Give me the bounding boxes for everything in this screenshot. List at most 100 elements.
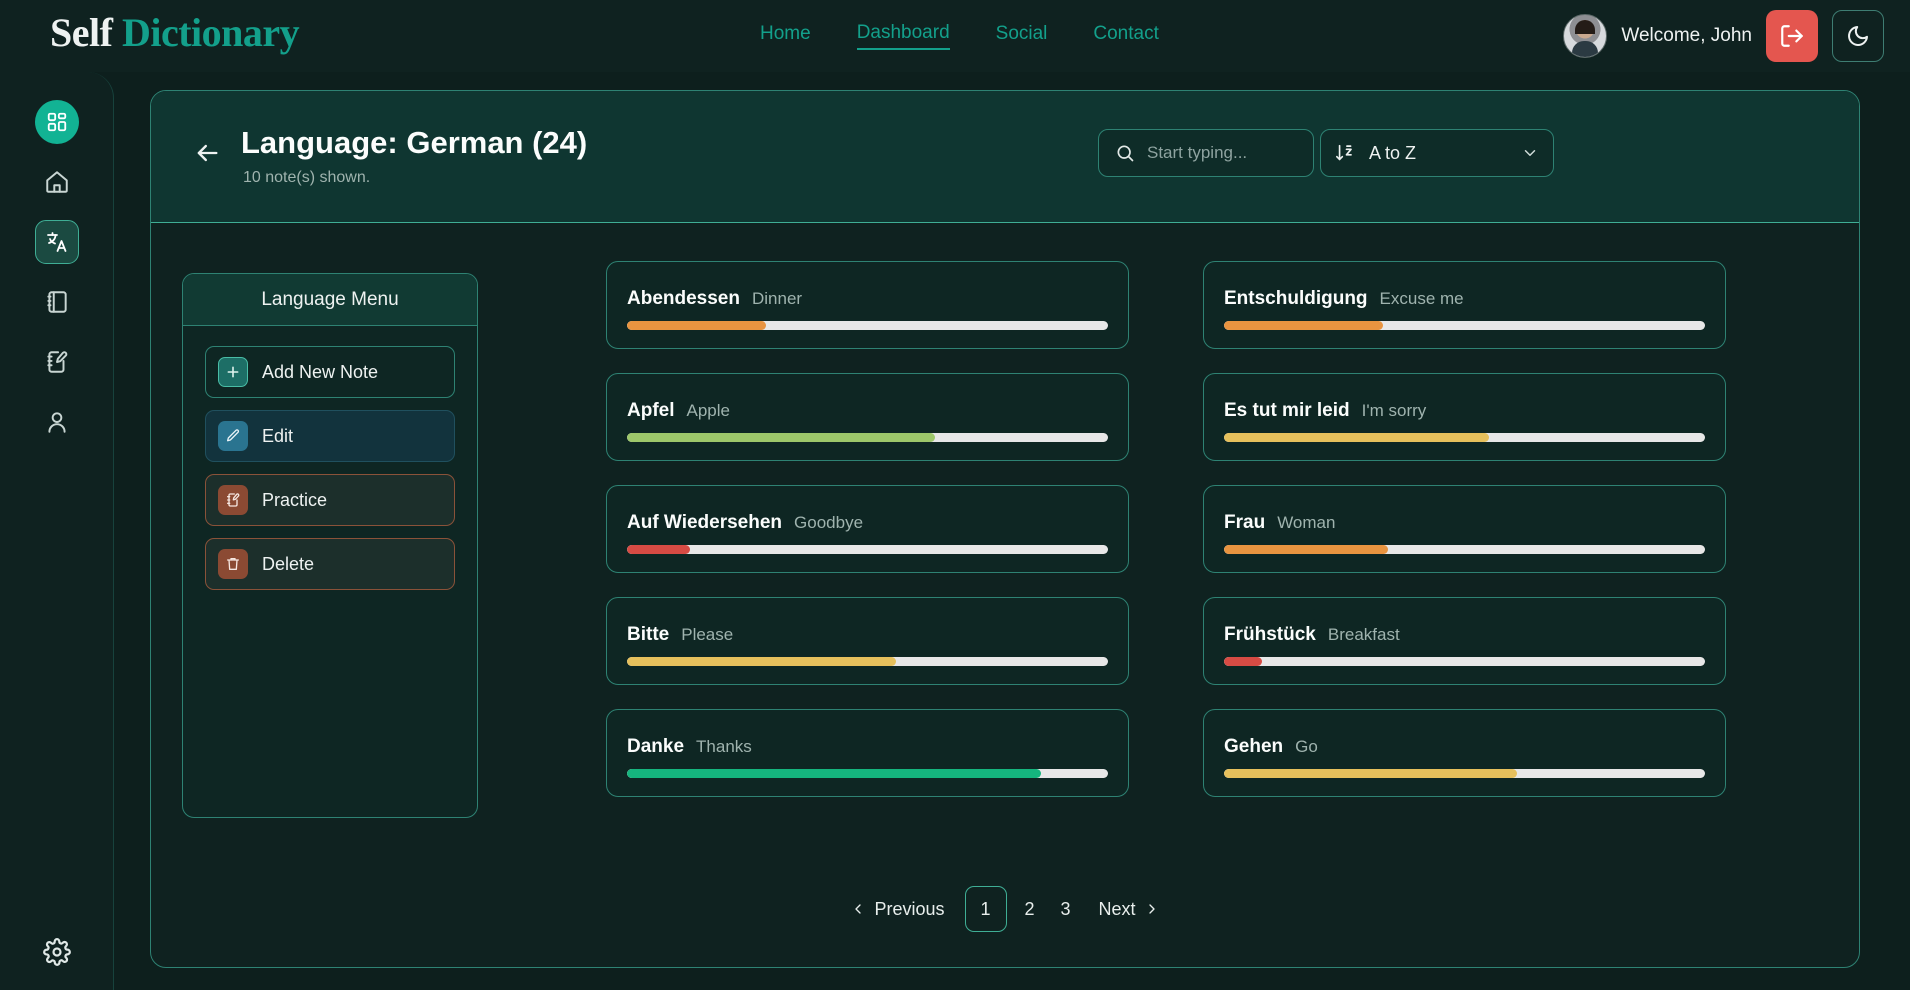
note-progress-bar [1224, 321, 1705, 330]
practice-label: Practice [262, 490, 327, 511]
note-progress-bar [1224, 769, 1705, 778]
rail-item-notebook[interactable] [0, 272, 114, 332]
note-term: Gehen [1224, 736, 1283, 758]
note-translation: Dinner [752, 289, 802, 309]
language-menu: Language Menu Add New Note [182, 273, 478, 818]
plus-icon [218, 357, 248, 387]
note-progress-bar [627, 545, 1108, 554]
note-term: Bitte [627, 624, 669, 646]
note-card[interactable]: Danke Thanks [606, 709, 1129, 797]
moon-icon [1846, 24, 1870, 48]
nav-item-home[interactable]: Home [760, 23, 811, 49]
nav-item-dashboard[interactable]: Dashboard [857, 22, 950, 50]
note-progress-bar [627, 657, 1108, 666]
pagination-previous[interactable]: Previous [840, 891, 954, 928]
panel-body: Language Menu Add New Note [151, 223, 1859, 968]
logo-word-2: Dictionary [122, 10, 299, 55]
settings-gear-icon [43, 938, 71, 966]
note-term: Apfel [627, 400, 675, 422]
nav-item-social[interactable]: Social [996, 23, 1048, 49]
note-term: Danke [627, 736, 684, 758]
note-progress-bar [627, 321, 1108, 330]
note-translation: Please [681, 625, 733, 645]
rail-item-settings[interactable] [0, 938, 114, 966]
trash-icon [218, 549, 248, 579]
note-translation: Goodbye [794, 513, 863, 533]
pagination-next[interactable]: Next [1089, 891, 1170, 928]
note-card[interactable]: Frau Woman [1203, 485, 1726, 573]
pagination: Previous 1 2 3 Next [151, 886, 1859, 932]
note-card[interactable]: EntschuldigungExcuse me [1203, 261, 1726, 349]
note-translation: Woman [1277, 513, 1335, 533]
chevron-left-icon [850, 901, 866, 917]
arrow-left-icon [193, 139, 221, 167]
pencil-icon [218, 421, 248, 451]
dashboard-grid-icon [35, 100, 79, 144]
avatar[interactable] [1563, 14, 1607, 58]
notes-grid: Abendessen Dinner EntschuldigungExcuse me A… [606, 261, 1786, 797]
note-card[interactable]: Auf Wiedersehen Goodbye [606, 485, 1129, 573]
rail-item-notes[interactable] [0, 332, 114, 392]
search-box[interactable] [1098, 129, 1314, 177]
note-card[interactable]: Abendessen Dinner [606, 261, 1129, 349]
rail-item-languages[interactable] [0, 212, 114, 272]
notebook-pen-icon [218, 485, 248, 515]
chevron-down-icon [1521, 144, 1539, 162]
pagination-next-label: Next [1099, 899, 1136, 920]
rail-item-dashboard[interactable] [0, 92, 114, 152]
panel-header: Language: German (24) 10 note(s) shown. … [151, 91, 1859, 223]
note-progress-bar [1224, 433, 1705, 442]
icon-rail [0, 72, 114, 990]
pagination-previous-label: Previous [874, 899, 944, 920]
user-zone: Welcome, John [1563, 10, 1884, 62]
note-card[interactable]: Es tut mir leid I'm sorry [1203, 373, 1726, 461]
main-nav: Home Dashboard Social Contact [760, 22, 1159, 50]
notebook-icon [44, 289, 70, 315]
add-new-note-button[interactable]: Add New Note [205, 346, 455, 398]
back-button[interactable] [193, 139, 221, 167]
notebook-pen-icon [44, 349, 70, 375]
delete-button[interactable]: Delete [205, 538, 455, 590]
edit-label: Edit [262, 426, 293, 447]
note-progress-bar [1224, 545, 1705, 554]
note-translation: Apple [687, 401, 730, 421]
rail-item-home[interactable] [0, 152, 114, 212]
rail-item-profile[interactable] [0, 392, 114, 452]
note-term: Frau [1224, 512, 1265, 534]
search-icon [1115, 143, 1135, 163]
pagination-page-1[interactable]: 1 [965, 886, 1007, 932]
top-bar: Self Dictionary Home Dashboard Social Co… [0, 0, 1910, 72]
edit-button[interactable]: Edit [205, 410, 455, 462]
note-translation: I'm sorry [1362, 401, 1427, 421]
search-input[interactable] [1147, 143, 1297, 163]
note-term: Auf Wiedersehen [627, 512, 782, 534]
welcome-text: Welcome, John [1621, 25, 1752, 47]
note-card[interactable]: Bitte Please [606, 597, 1129, 685]
note-term: Abendessen [627, 288, 740, 310]
note-progress-bar [627, 769, 1108, 778]
note-card[interactable]: FrühstückBreakfast [1203, 597, 1726, 685]
note-translation: Thanks [696, 737, 752, 757]
dark-mode-toggle[interactable] [1832, 10, 1884, 62]
practice-button[interactable]: Practice [205, 474, 455, 526]
note-card[interactable]: Gehen Go [1203, 709, 1726, 797]
note-progress-bar [627, 433, 1108, 442]
note-translation: Go [1295, 737, 1318, 757]
pagination-page-3[interactable]: 3 [1053, 889, 1079, 930]
logo-word-1: Self [50, 10, 112, 55]
pagination-page-2[interactable]: 2 [1017, 889, 1043, 930]
add-new-note-label: Add New Note [262, 362, 378, 383]
note-term: Es tut mir leid [1224, 400, 1350, 422]
home-icon [44, 169, 70, 195]
user-icon [44, 409, 70, 435]
note-card[interactable]: Apfel Apple [606, 373, 1129, 461]
page-title: Language: German (24) [241, 125, 587, 161]
page-subtitle: 10 note(s) shown. [243, 169, 370, 187]
logout-button[interactable] [1766, 10, 1818, 62]
note-translation: Breakfast [1328, 625, 1400, 645]
sort-dropdown[interactable]: A to Z [1320, 129, 1554, 177]
note-progress-bar [1224, 657, 1705, 666]
nav-item-contact[interactable]: Contact [1093, 23, 1158, 49]
app-logo[interactable]: Self Dictionary [50, 9, 299, 56]
delete-label: Delete [262, 554, 314, 575]
